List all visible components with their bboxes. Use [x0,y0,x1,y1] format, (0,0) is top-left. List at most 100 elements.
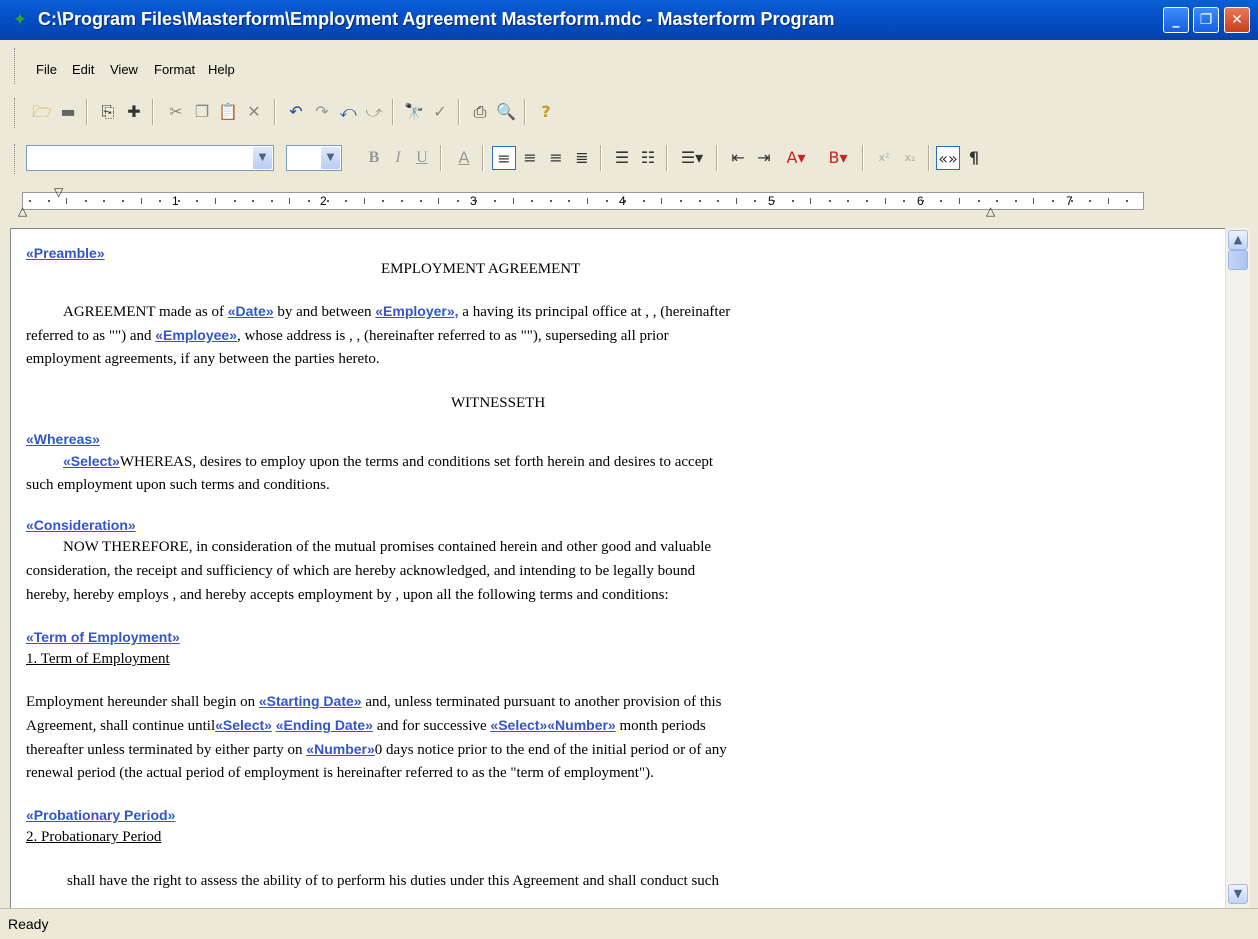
font-size-select[interactable]: ▼ [286,145,342,171]
paragraph-line: such employment upon such terms and cond… [26,477,330,493]
ruler-tick [345,200,348,202]
term-field[interactable]: «Term of Employment» [26,629,180,645]
numbered-list-icon[interactable]: ☷ [636,146,660,170]
paragraph-line: referred to as "") and «Employee», whose… [26,327,669,345]
vertical-scrollbar[interactable]: ▲ ▼ [1225,228,1250,908]
chevron-down-icon[interactable]: ▼ [253,147,272,169]
probationary-period-field[interactable]: «Probationary Period» [26,807,175,823]
redo-icon[interactable]: ↷ [310,100,334,124]
document-area[interactable]: «Preamble» EMPLOYMENT AGREEMENT AGREEMEN… [10,228,1226,909]
underline-button[interactable]: U [410,146,434,170]
menu-format[interactable]: Format [154,62,195,77]
menu-file[interactable]: File [36,62,57,77]
ruler-tick [47,200,50,202]
save-icon[interactable]: ▬ [56,100,80,124]
term-line: «Term of Employment» [26,629,180,647]
close-button[interactable]: ✕ [1224,7,1250,33]
increase-indent-icon[interactable]: ⇥ [752,146,776,170]
add-icon[interactable]: ✚ [122,100,146,124]
number-field[interactable]: «Number» [306,741,374,757]
paragraph-line: employment agreements, if any between th… [26,351,380,367]
ending-date-field[interactable]: «Ending Date» [276,717,373,733]
menu-bar: File Edit View Format Help [0,40,1258,90]
font-name-select[interactable]: ▼ [26,145,274,171]
paragraph-line: consideration, the receipt and sufficien… [26,563,696,579]
ruler-tick [791,200,794,202]
scroll-thumb[interactable] [1228,250,1248,270]
field-view-icon[interactable]: «» [936,146,960,170]
line-spacing-icon[interactable]: ☰▾ [676,146,708,170]
delete-icon[interactable]: ✕ [242,100,266,124]
left-indent-marker[interactable]: △ [18,204,27,218]
right-indent-marker[interactable]: △ [986,204,995,218]
employee-field[interactable]: «Employee» [155,327,237,343]
highlight-dropdown[interactable]: B▾ [820,146,856,170]
term-heading: 1. Term of Employment [26,651,170,667]
select-field[interactable]: «Select» [490,717,547,733]
ruler-tick [308,200,310,202]
print-icon[interactable]: ⎙ [468,100,492,124]
text-run: thereafter unless terminated by either p… [26,742,307,758]
ruler[interactable]: 1 2 3 4 5 6 7 [22,192,1144,210]
paragraph-line: NOW THEREFORE, in consideration of the m… [63,539,712,555]
undo-all-icon[interactable]: ⤺ [336,100,360,124]
align-left-icon[interactable]: ≡ [492,146,516,170]
chevron-down-icon[interactable]: ▼ [321,147,340,169]
bold-button[interactable]: B [362,146,386,170]
employer-field[interactable]: «Employer», [375,303,458,319]
paste-icon[interactable]: 📋 [216,100,240,124]
decrease-indent-icon[interactable]: ⇤ [726,146,750,170]
copy-icon[interactable]: ❐ [190,100,214,124]
menu-view[interactable]: View [110,62,138,77]
justify-icon[interactable]: ≣ [570,146,594,170]
italic-button[interactable]: I [386,146,410,170]
find-icon[interactable]: 🔭 [402,100,426,124]
number-field[interactable]: «Number» [547,717,615,733]
select-field[interactable]: «Select» [215,717,272,733]
ruler-tick [866,200,868,202]
ruler-tick [475,200,478,202]
toolbar-separator [152,99,154,125]
preamble-field[interactable]: «Preamble» [26,245,105,261]
spell-check-icon[interactable]: ✓ [428,100,452,124]
title-bar: ✦ C:\Program Files\Masterform\Employment… [0,0,1258,40]
minimize-button[interactable]: _ [1163,7,1189,33]
scroll-down-icon[interactable]: ▼ [1228,884,1248,904]
undo-icon[interactable]: ↶ [284,100,308,124]
select-field[interactable]: «Select» [63,453,120,469]
ruler-tick [680,200,682,202]
starting-date-field[interactable]: «Starting Date» [259,693,362,709]
consideration-field[interactable]: «Consideration» [26,517,136,533]
font-color-dropdown[interactable]: A▾ [778,146,814,170]
text-color-button[interactable]: A [452,146,476,170]
scroll-up-icon[interactable]: ▲ [1228,230,1248,250]
app-icon[interactable]: ✦ [10,10,30,30]
open-folder-icon[interactable]: 🗁 [30,100,54,124]
maximize-button[interactable]: ❐ [1193,7,1219,33]
ruler-tick [773,200,775,202]
cut-icon[interactable]: ✂ [164,100,188,124]
print-preview-icon[interactable]: 🔍 [494,100,518,124]
status-text: Ready [8,916,49,932]
ruler-tick [754,200,757,202]
pilcrow-icon[interactable]: ¶ [962,146,986,170]
text-run: WHEREAS, desires to employ upon the term… [119,454,714,470]
redo-all-icon[interactable]: ⤻ [362,100,386,124]
toolbar-separator [862,145,864,171]
insert-field-icon[interactable]: ⎘ [96,100,120,124]
date-field[interactable]: «Date» [228,303,274,319]
menu-help[interactable]: Help [208,62,235,77]
text-run: month periods [615,718,706,734]
align-right-icon[interactable]: ≡ [544,146,568,170]
bullet-list-icon[interactable]: ☰ [610,146,634,170]
subscript-icon[interactable]: x₂ [898,146,922,170]
superscript-icon[interactable]: x² [872,146,896,170]
menu-edit[interactable]: Edit [72,62,94,77]
whereas-field[interactable]: «Whereas» [26,431,100,447]
help-icon[interactable]: ? [534,100,558,124]
first-line-indent-marker[interactable]: ▽ [54,185,63,199]
text-run: Agreement, shall continue until [26,718,216,734]
text-run: referred to as "") and [26,328,156,344]
standard-toolbar: 🗁 ▬ ⎘ ✚ ✂ ❐ 📋 ✕ ↶ ↷ ⤺ ⤻ 🔭 ✓ ⎙ 🔍 ? [0,90,1258,136]
align-center-icon[interactable]: ≡ [518,146,542,170]
